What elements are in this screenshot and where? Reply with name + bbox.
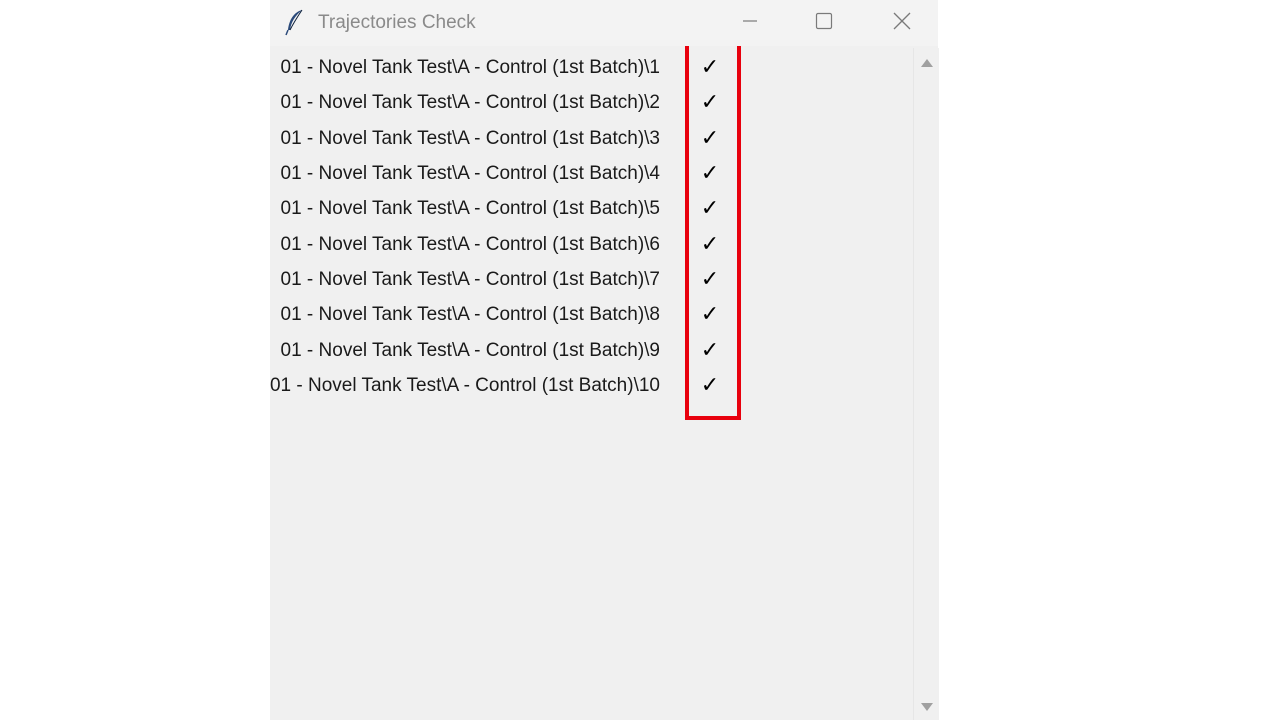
trajectory-path-label: 01 - Novel Tank Test\A - Control (1st Ba… — [280, 92, 660, 113]
trajectory-path-label: 01 - Novel Tank Test\A - Control (1st Ba… — [280, 304, 660, 325]
title-bar[interactable]: Trajectories Check — [270, 0, 938, 46]
minimize-button[interactable] — [714, 0, 786, 46]
trajectory-path-label: 01 - Novel Tank Test\A - Control (1st Ba… — [270, 375, 660, 396]
check-mark: ✓ — [700, 161, 720, 186]
scroll-down-icon[interactable] — [921, 703, 933, 711]
close-icon — [893, 12, 911, 35]
list-item: 01 - Novel Tank Test\A - Control (1st Ba… — [270, 193, 912, 228]
minimize-icon — [742, 13, 758, 34]
list-item: 01 - Novel Tank Test\A - Control (1st Ba… — [270, 52, 912, 87]
list-item: 01 - Novel Tank Test\A - Control (1st Ba… — [270, 335, 912, 370]
trajectory-path-label: 01 - Novel Tank Test\A - Control (1st Ba… — [280, 198, 660, 219]
check-mark: ✓ — [700, 126, 720, 151]
list-item: 01 - Novel Tank Test\A - Control (1st Ba… — [270, 229, 912, 264]
check-mark: ✓ — [700, 90, 720, 115]
trajectory-path-label: 01 - Novel Tank Test\A - Control (1st Ba… — [280, 57, 660, 78]
trajectory-path-label: 01 - Novel Tank Test\A - Control (1st Ba… — [280, 163, 660, 184]
check-mark: ✓ — [700, 232, 720, 257]
maximize-icon — [815, 12, 833, 35]
trajectory-list: 01 - Novel Tank Test\A - Control (1st Ba… — [270, 46, 912, 720]
check-mark: ✓ — [700, 373, 720, 398]
check-mark: ✓ — [700, 196, 720, 221]
list-item: 01 - Novel Tank Test\A - Control (1st Ba… — [270, 264, 912, 299]
list-item: 01 - Novel Tank Test\A - Control (1st Ba… — [270, 158, 912, 193]
check-mark: ✓ — [700, 338, 720, 363]
trajectory-path-label: 01 - Novel Tank Test\A - Control (1st Ba… — [280, 269, 660, 290]
list-item: 01 - Novel Tank Test\A - Control (1st Ba… — [270, 87, 912, 122]
trajectory-path-label: 01 - Novel Tank Test\A - Control (1st Ba… — [280, 234, 660, 255]
feather-icon — [284, 8, 306, 36]
check-mark: ✓ — [700, 302, 720, 327]
list-item: 01 - Novel Tank Test\A - Control (1st Ba… — [270, 123, 912, 158]
maximize-button[interactable] — [788, 0, 860, 46]
trajectories-check-window: Trajectories Check 01 - Novel Tank Test\… — [270, 0, 939, 720]
close-button[interactable] — [866, 0, 938, 46]
trajectory-path-label: 01 - Novel Tank Test\A - Control (1st Ba… — [280, 128, 660, 149]
scroll-up-icon[interactable] — [921, 59, 933, 67]
trajectory-path-label: 01 - Novel Tank Test\A - Control (1st Ba… — [280, 340, 660, 361]
window-title: Trajectories Check — [318, 12, 476, 33]
list-item: 01 - Novel Tank Test\A - Control (1st Ba… — [270, 299, 912, 334]
list-item: 01 - Novel Tank Test\A - Control (1st Ba… — [270, 370, 912, 405]
check-mark: ✓ — [700, 267, 720, 292]
check-mark: ✓ — [700, 55, 720, 80]
vertical-scrollbar[interactable] — [913, 48, 939, 720]
